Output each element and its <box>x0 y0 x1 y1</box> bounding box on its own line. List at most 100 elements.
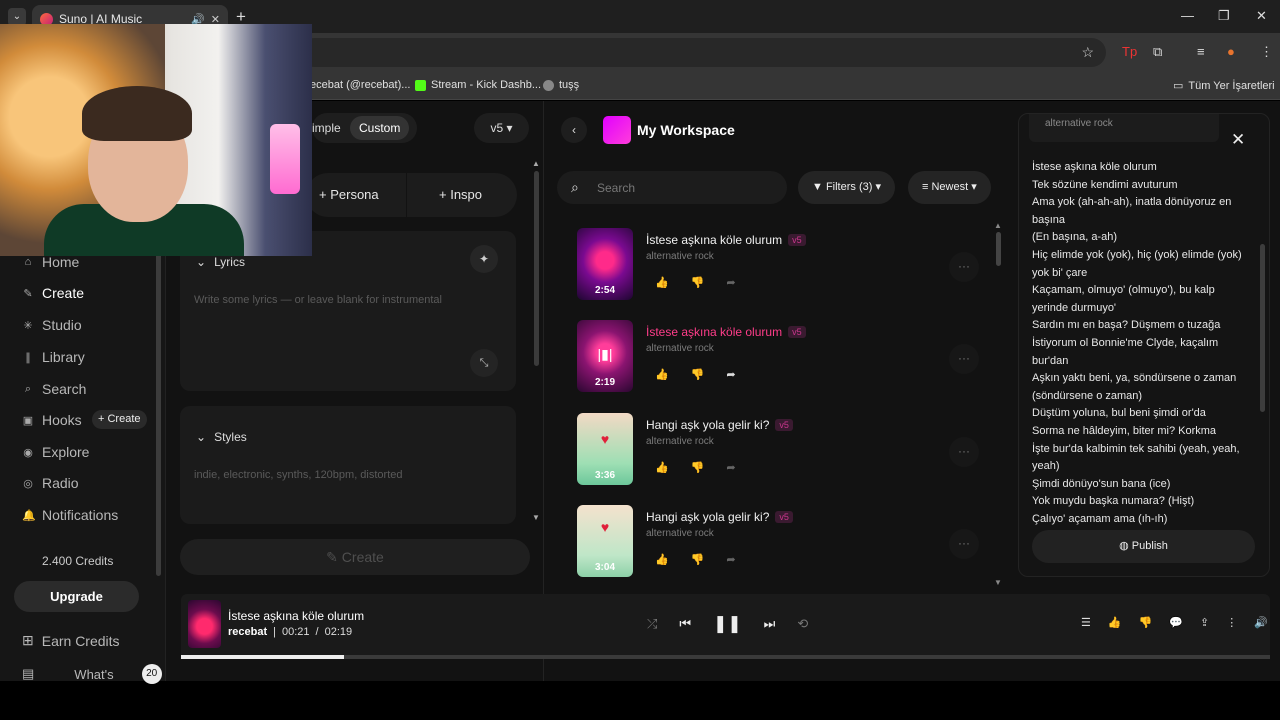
workspace-search-input[interactable]: ⌕ Search <box>557 171 787 204</box>
filters-button[interactable]: ▼ Filters (3) ▾ <box>798 171 895 204</box>
song-tag[interactable]: alternative rock <box>646 343 714 354</box>
window-close-icon[interactable]: ✕ <box>1256 8 1267 24</box>
magic-wand-icon[interactable]: ✦ <box>470 245 498 273</box>
media-control-icon[interactable]: ≡ <box>1197 44 1205 59</box>
address-bar[interactable]: ☆ <box>300 38 1106 67</box>
song-cover[interactable]: |▮| 2:19 <box>577 320 633 392</box>
comment-icon[interactable]: 💬 <box>1169 616 1183 629</box>
create-panel-scrollbar[interactable] <box>534 171 539 366</box>
sidebar-item-hooks[interactable]: ▣ Hooks <box>22 412 82 428</box>
lyrics-scrollbar[interactable] <box>1260 244 1265 412</box>
mode-simple-tab[interactable]: imple <box>312 121 341 135</box>
song-tag[interactable]: alternative rock <box>646 436 714 447</box>
song-row[interactable]: |▮| 2:19 İstese aşkına köle olurum v5 alte… <box>577 320 987 392</box>
song-cover[interactable]: ♥ 3:04 <box>577 505 633 577</box>
scroll-up-icon[interactable]: ▲ <box>994 221 1002 230</box>
earn-credits-link[interactable]: ⊞ Earn Credits <box>22 632 120 649</box>
more-options-icon[interactable]: ··· <box>949 344 979 374</box>
song-title[interactable]: İstese aşkına köle olurum <box>646 233 782 247</box>
previous-icon[interactable]: ⏮ <box>679 616 691 632</box>
share-icon[interactable]: ➦ <box>726 461 735 474</box>
persona-button[interactable]: + Persona <box>319 187 379 202</box>
extensions-icon[interactable]: ⧉ <box>1153 44 1162 60</box>
inspo-button[interactable]: + Inspo <box>439 187 482 202</box>
pause-icon[interactable]: ❚❚ <box>713 614 742 634</box>
scroll-down-icon[interactable]: ▼ <box>994 578 1002 587</box>
sidebar-item-radio[interactable]: ◎ Radio <box>22 475 78 491</box>
more-options-icon[interactable]: ··· <box>949 437 979 467</box>
scroll-down-icon[interactable]: ▼ <box>532 513 540 522</box>
song-row[interactable]: ♥ 3:04 Hangi aşk yola gelir ki? v5 alterna… <box>577 505 987 577</box>
more-options-icon[interactable]: ⋮ <box>1226 616 1237 629</box>
profile-avatar-icon[interactable]: ● <box>1227 44 1235 59</box>
song-title[interactable]: İstese aşkına köle olurum <box>646 325 782 339</box>
maximize-icon[interactable]: ❐ <box>1218 8 1230 24</box>
workspace-scrollbar[interactable] <box>996 232 1001 266</box>
share-icon[interactable]: ➦ <box>726 276 735 289</box>
song-title[interactable]: Hangi aşk yola gelir ki? <box>646 418 769 432</box>
sidebar-item-explore[interactable]: ◉ Explore <box>22 444 89 460</box>
back-button[interactable]: ‹ <box>561 117 587 143</box>
browser-menu-icon[interactable]: ⋮ <box>1260 44 1273 60</box>
dislike-icon[interactable]: 👎 <box>691 276 705 289</box>
dislike-icon[interactable]: 👎 <box>691 461 705 474</box>
repeat-icon[interactable]: ⟲ <box>797 616 808 632</box>
shuffle-icon[interactable]: ⤮ <box>647 616 657 632</box>
song-row[interactable]: 2:54 İstese aşkına köle olurum v5 alterna… <box>577 228 987 300</box>
share-icon[interactable]: ➦ <box>726 368 735 381</box>
sidebar-item-library[interactable]: ∥ Library <box>22 349 85 365</box>
minimize-icon[interactable]: — <box>1181 8 1194 23</box>
dislike-icon[interactable]: 👎 <box>1139 616 1153 629</box>
sidebar-item-home[interactable]: ⌂ Home <box>22 254 80 270</box>
hooks-create-button[interactable]: + Create <box>92 410 147 429</box>
next-icon[interactable]: ⏭ <box>764 616 776 632</box>
lyrics-header[interactable]: ⌄ Lyrics <box>196 255 245 269</box>
sidebar-item-studio[interactable]: ✳ Studio <box>22 317 81 333</box>
scroll-up-icon[interactable]: ▲ <box>532 159 540 168</box>
now-playing-cover[interactable] <box>188 600 221 648</box>
version-select[interactable]: v5 ▾ <box>474 113 529 143</box>
all-bookmarks[interactable]: ▭ Tüm Yer İşaretleri <box>1173 79 1275 93</box>
whats-new-link[interactable]: ▤ What's 20 <box>22 664 162 684</box>
expand-icon[interactable]: ⤡ <box>470 349 498 377</box>
styles-header[interactable]: ⌄ Styles <box>196 430 247 444</box>
sort-button[interactable]: ≡ Newest ▾ <box>908 171 991 204</box>
upgrade-button[interactable]: Upgrade <box>14 581 139 612</box>
song-title[interactable]: Hangi aşk yola gelir ki? <box>646 510 769 524</box>
styles-input[interactable]: indie, electronic, synths, 120bpm, disto… <box>194 469 403 481</box>
like-icon[interactable]: 👍 <box>655 461 669 474</box>
sidebar-item-search[interactable]: ⌕ Search <box>22 381 86 397</box>
queue-icon[interactable]: ☰ <box>1081 616 1091 629</box>
progress-bar[interactable] <box>181 655 1270 659</box>
volume-icon[interactable]: 🔊 <box>1254 616 1268 629</box>
like-icon[interactable]: 👍 <box>655 368 669 381</box>
like-icon[interactable]: 👍 <box>655 553 669 566</box>
song-cover[interactable]: 2:54 <box>577 228 633 300</box>
share-icon[interactable]: ⇪ <box>1200 616 1209 629</box>
song-row[interactable]: ♥ 3:36 Hangi aşk yola gelir ki? v5 alterna… <box>577 413 987 485</box>
mode-custom-tab[interactable]: Custom <box>350 116 410 140</box>
publish-button[interactable]: ◍ Publish <box>1032 530 1255 563</box>
song-tag[interactable]: alternative rock <box>646 528 714 539</box>
sidebar-item-create[interactable]: ✎ Create <box>22 285 84 301</box>
song-cover[interactable]: ♥ 3:36 <box>577 413 633 485</box>
more-options-icon[interactable]: ··· <box>949 252 979 282</box>
now-playing-title[interactable]: İstese aşkına köle olurum <box>228 609 364 623</box>
extension-tp-icon[interactable]: Tp <box>1122 44 1137 59</box>
more-options-icon[interactable]: ··· <box>949 529 979 559</box>
dislike-icon[interactable]: 👎 <box>691 553 705 566</box>
close-icon[interactable]: ✕ <box>1231 130 1245 150</box>
bookmark-item[interactable]: Stream - Kick Dashb... <box>415 79 541 91</box>
like-icon[interactable]: 👍 <box>1108 616 1122 629</box>
bookmark-item[interactable]: ecebat (@recebat)... <box>310 79 410 91</box>
create-button[interactable]: ✎ Create <box>180 539 530 575</box>
dislike-icon[interactable]: 👎 <box>691 368 705 381</box>
bookmark-item[interactable]: tuşş <box>543 79 579 91</box>
now-playing-artist[interactable]: recebat <box>228 626 267 638</box>
bookmark-star-icon[interactable]: ☆ <box>1081 44 1094 61</box>
lyrics-input[interactable]: Write some lyrics — or leave blank for i… <box>194 294 442 306</box>
like-icon[interactable]: 👍 <box>655 276 669 289</box>
song-tag[interactable]: alternative rock <box>646 251 714 262</box>
sidebar-item-notifications[interactable]: 🔔 Notifications <box>22 507 118 523</box>
share-icon[interactable]: ➦ <box>726 553 735 566</box>
